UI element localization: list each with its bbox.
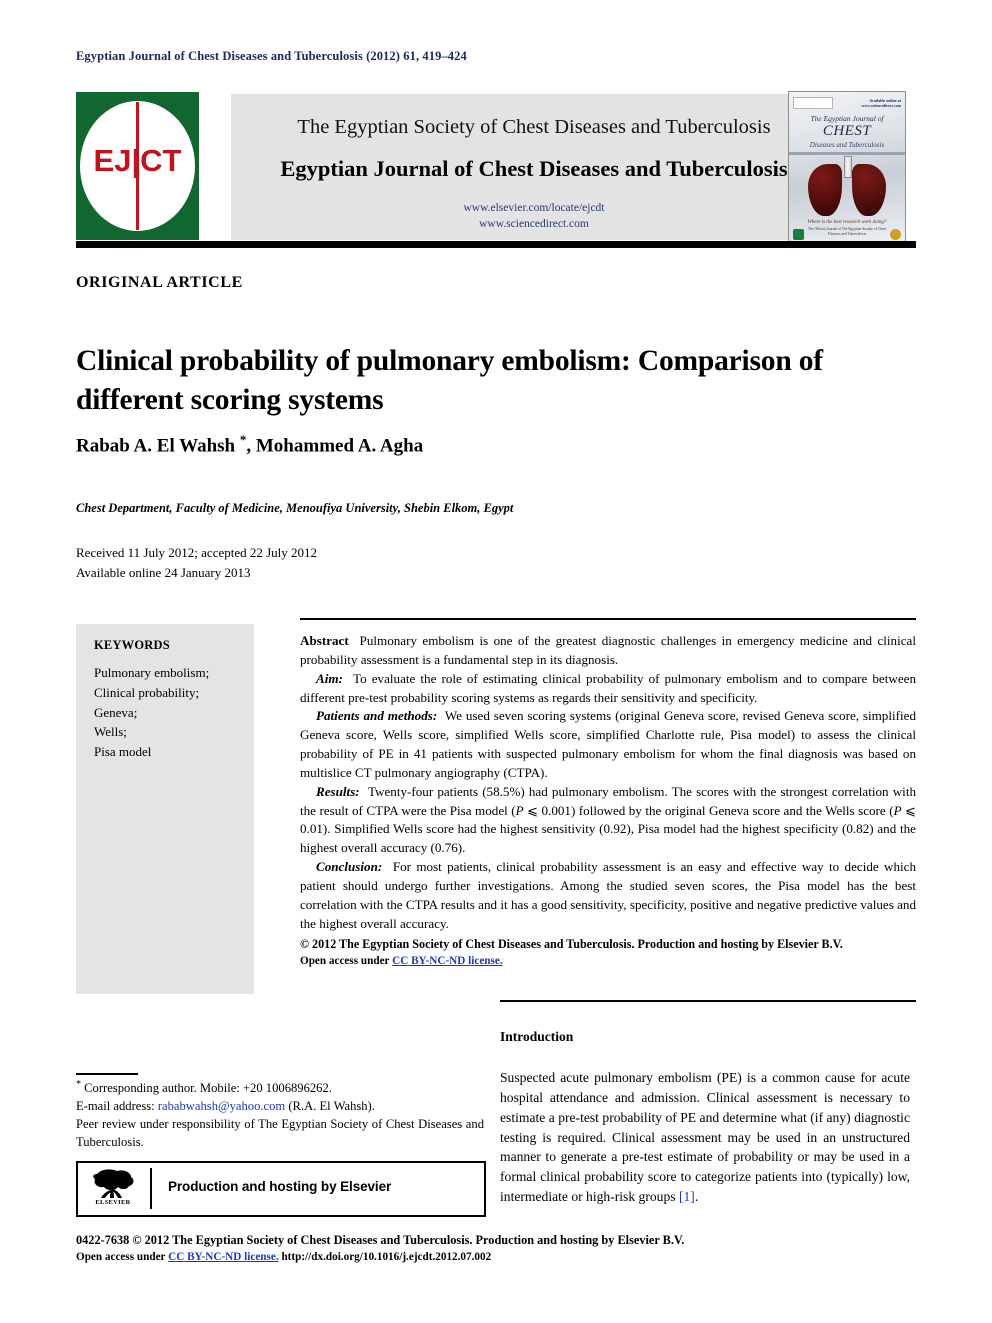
abstract-conclusion-text: For most patients, clinical probability … bbox=[300, 859, 917, 931]
footer-copyright: 0422-7638 © 2012 The Egyptian Society of… bbox=[76, 1231, 926, 1266]
issn-copyright-line: 0422-7638 © 2012 The Egyptian Society of… bbox=[76, 1233, 685, 1247]
email-label: E-mail address: bbox=[76, 1099, 158, 1114]
email-note: E-mail address: rababwahsh@yahoo.com (R.… bbox=[76, 1098, 484, 1116]
footer-cc-license-link[interactable]: CC BY-NC-ND license. bbox=[168, 1251, 279, 1263]
cover-top-bar: Available online at www.sciencedirect.co… bbox=[793, 96, 901, 109]
email-address-link[interactable]: rababwahsh@yahoo.com bbox=[158, 1099, 285, 1113]
abstract-conclusion-paragraph: Conclusion: For most patients, clinical … bbox=[300, 858, 916, 933]
journal-name: Egyptian Journal of Chest Diseases and T… bbox=[280, 156, 788, 181]
abstract-aim-label: Aim: bbox=[316, 670, 343, 686]
author-first: Rabab A. El Wahsh bbox=[76, 435, 240, 457]
email-suffix: (R.A. El Wahsh). bbox=[285, 1099, 375, 1114]
abstract-lead-paragraph: Abstract Pulmonary embolism is one of th… bbox=[300, 632, 916, 670]
introduction-text-a: Suspected acute pulmonary embolism (PE) … bbox=[500, 1070, 910, 1205]
list-item: Wells; bbox=[94, 724, 127, 740]
list-item: Clinical probability; bbox=[94, 684, 200, 700]
journal-cover-thumbnail: Available online at www.sciencedirect.co… bbox=[788, 91, 906, 244]
abstract-conclusion-label: Conclusion: bbox=[316, 859, 383, 875]
abstract-methods-paragraph: Patients and methods: We used seven scor… bbox=[300, 707, 916, 782]
reference-link-1[interactable]: [1] bbox=[679, 1189, 695, 1204]
cover-bottom-small: The Official Journal of The Egyptian Soc… bbox=[808, 227, 886, 236]
abstract-open-access: Open access under CC BY-NC-ND license. bbox=[300, 953, 916, 969]
doi-url[interactable]: http://dx.doi.org/10.1016/j.ejcdt.2012.0… bbox=[279, 1251, 491, 1263]
cover-bottom-italic: Where is the best research work doing? bbox=[807, 220, 887, 225]
journal-article-page: Egyptian Journal of Chest Diseases and T… bbox=[0, 0, 992, 1323]
affiliation: Chest Department, Faculty of Medicine, M… bbox=[76, 501, 514, 515]
footer-open-access-prefix: Open access under bbox=[76, 1251, 169, 1264]
available-online-date: Available online 24 January 2013 bbox=[76, 564, 251, 580]
list-item: Pulmonary embolism; bbox=[94, 665, 210, 680]
abstract-section: Abstract Pulmonary embolism is one of th… bbox=[300, 632, 916, 969]
corresponding-author-note: * Corresponding author. Mobile: +20 1006… bbox=[76, 1078, 484, 1098]
author-rest: , Mohammed A. Agha bbox=[246, 435, 424, 457]
cover-title-line1: The Egyptian Journal of bbox=[810, 114, 884, 123]
elsevier-hosting-box: ELSEVIER Production and hosting by Elsev… bbox=[76, 1161, 486, 1217]
masthead-banner: The Egyptian Society of Chest Diseases a… bbox=[231, 94, 837, 240]
doi-line: Open access under CC BY-NC-ND license. h… bbox=[76, 1249, 926, 1266]
abstract-label: Abstract bbox=[300, 633, 349, 648]
introduction-heading: Introduction bbox=[500, 1029, 574, 1044]
keywords-list: Pulmonary embolism; Clinical probability… bbox=[94, 663, 209, 762]
abstract-copyright: © 2012 The Egyptian Society of Chest Dis… bbox=[300, 936, 843, 951]
abstract-lead-text: Pulmonary embolism is one of the greates… bbox=[300, 633, 917, 667]
author-list: Rabab A. El Wahsh *, Mohammed A. Agha bbox=[76, 432, 906, 457]
cover-title-line2: CHEST bbox=[822, 123, 872, 139]
sciencedirect-url[interactable]: www.sciencedirect.com bbox=[231, 218, 837, 230]
logo-text: EJ|CT bbox=[93, 143, 182, 178]
introduction-text-b: . bbox=[694, 1189, 699, 1205]
keywords-heading: KEYWORDS bbox=[94, 638, 170, 652]
society-name: The Egyptian Society of Chest Diseases a… bbox=[297, 116, 771, 138]
peer-review-note: Peer review under responsibility of The … bbox=[76, 1116, 484, 1149]
page-title: Clinical probability of pulmonary emboli… bbox=[76, 344, 823, 416]
right-lung-shape bbox=[852, 164, 886, 216]
cover-title-line3: Diseases and Tuberculosis bbox=[809, 141, 885, 149]
keywords-box: KEYWORDS Pulmonary embolism; Clinical pr… bbox=[76, 624, 254, 994]
trachea-shape bbox=[844, 156, 852, 178]
elsevier-url[interactable]: www.elsevier.com/locate/ejcdt bbox=[231, 202, 837, 214]
footnote-block: * Corresponding author. Mobile: +20 1006… bbox=[76, 1078, 484, 1152]
elsevier-tree-icon bbox=[89, 1168, 137, 1200]
cover-badge-left-icon bbox=[793, 229, 804, 240]
masthead: EJ|CT The Egyptian Society of Chest Dise… bbox=[76, 91, 916, 244]
abstract-results-paragraph: Results: Twenty-four patients (58.5%) ha… bbox=[300, 783, 916, 858]
masthead-divider-rule bbox=[76, 241, 916, 248]
ejct-logo: EJ|CT bbox=[76, 92, 199, 240]
abstract-aim-paragraph: Aim: To evaluate the role of estimating … bbox=[300, 670, 916, 708]
introduction-paragraph: Suspected acute pulmonary embolism (PE) … bbox=[500, 1068, 910, 1207]
footnote-rule bbox=[76, 1073, 138, 1075]
left-lung-shape bbox=[808, 164, 842, 216]
article-type-label: ORIGINAL ARTICLE bbox=[76, 274, 243, 291]
p-symbol-1: P bbox=[515, 802, 524, 818]
abstract-results-text-b: ⩽ 0.001) followed by the original Geneva… bbox=[523, 802, 894, 818]
open-access-prefix: Open access under bbox=[300, 954, 393, 967]
corresponding-author-text: Corresponding author. Mobile: +20 100689… bbox=[81, 1081, 332, 1096]
cc-license-link[interactable]: CC BY-NC-ND license. bbox=[392, 955, 503, 967]
cover-badge-right-icon bbox=[890, 229, 901, 240]
running-head: Egyptian Journal of Chest Diseases and T… bbox=[76, 49, 467, 63]
abstract-top-rule bbox=[300, 618, 916, 620]
cover-availability-note: Available online at www.sciencedirect.co… bbox=[861, 97, 901, 108]
abstract-aim-text: To evaluate the role of estimating clini… bbox=[300, 670, 916, 705]
p-symbol-2: P bbox=[893, 802, 902, 818]
received-accepted-date: Received 11 July 2012; accepted 22 July … bbox=[76, 545, 318, 560]
article-dates: Received 11 July 2012; accepted 22 July … bbox=[76, 543, 576, 582]
elsevier-box-divider bbox=[150, 1168, 152, 1209]
abstract-methods-label: Patients and methods: bbox=[316, 708, 438, 724]
list-item: Geneva; bbox=[94, 704, 138, 720]
elsevier-hosting-text: Production and hosting by Elsevier bbox=[168, 1179, 392, 1194]
cover-band bbox=[789, 152, 905, 155]
cover-publisher-mark bbox=[793, 96, 833, 109]
elsevier-wordmark: ELSEVIER bbox=[95, 1199, 131, 1206]
lungs-illustration-icon bbox=[803, 156, 891, 218]
abstract-results-label: Results: bbox=[316, 783, 360, 799]
introduction-top-rule bbox=[500, 1000, 916, 1002]
introduction-body: Suspected acute pulmonary embolism (PE) … bbox=[500, 1068, 910, 1207]
list-item: Pisa model bbox=[94, 744, 152, 759]
